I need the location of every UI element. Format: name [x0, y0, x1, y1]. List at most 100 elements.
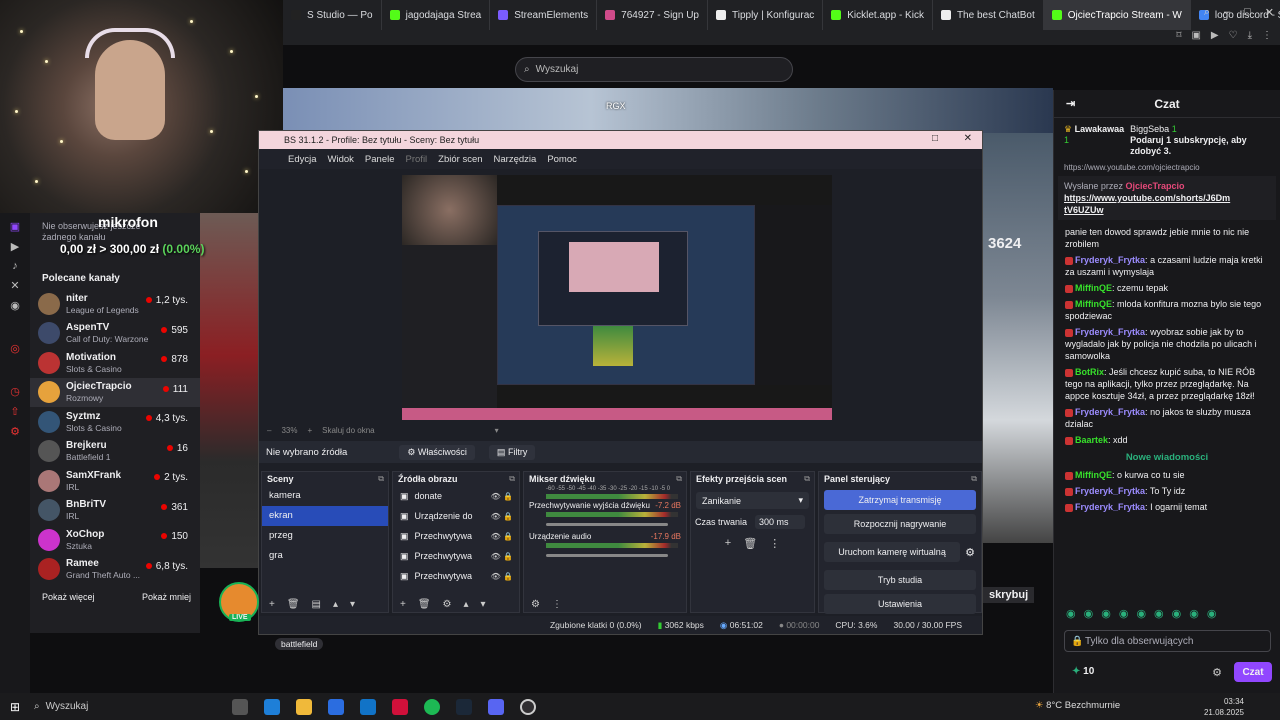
- channel-item[interactable]: Syztmz Slots & Casino 4,3 tys.: [30, 407, 200, 437]
- menu-icon[interactable]: ⋮: [1262, 30, 1272, 41]
- scale-dropdown-icon[interactable]: ▾: [495, 426, 499, 435]
- virtual-camera-settings-icon[interactable]: ⚙: [965, 546, 975, 559]
- scene-up-icon[interactable]: ▴: [333, 599, 338, 610]
- history-icon[interactable]: ◷: [0, 385, 30, 398]
- dock-undock-icon[interactable]: ⧉: [378, 474, 384, 484]
- dock-undock-icon[interactable]: ⧉: [804, 474, 810, 484]
- weather-widget[interactable]: ☀ 8°C Bezchmurnie: [1035, 700, 1120, 711]
- emote-icon[interactable]: ◉: [1119, 607, 1129, 620]
- browser-tab[interactable]: StreamElements: [490, 0, 598, 30]
- tiktok-icon[interactable]: ♪: [0, 260, 30, 272]
- search-input[interactable]: ⌕ Wyszukaj: [515, 57, 793, 82]
- record-icon[interactable]: ◎: [0, 342, 30, 355]
- browser-tab[interactable]: jagodajaga Strea: [382, 0, 491, 30]
- chat-username[interactable]: Fryderyk_Frytka: [1075, 486, 1145, 496]
- download-icon[interactable]: ⤓: [1248, 30, 1252, 41]
- chat-username[interactable]: Fryderyk_Frytka: [1075, 502, 1145, 512]
- chat-username[interactable]: Fryderyk_Frytka: [1075, 255, 1145, 265]
- chat-username[interactable]: Fryderyk_Frytka: [1075, 407, 1145, 417]
- subscribe-button[interactable]: skrybuj: [983, 587, 1035, 603]
- browser-tab[interactable]: The best ChatBot: [933, 0, 1044, 30]
- channel-item[interactable]: XoChop Sztuka 150: [30, 525, 200, 555]
- discord-icon[interactable]: [488, 698, 504, 715]
- emote-icon[interactable]: ◉: [1136, 607, 1146, 620]
- channel-item[interactable]: BnBriTV IRL 361: [30, 496, 200, 526]
- visibility-icon[interactable]: 👁 🔒: [491, 552, 513, 561]
- browser-tab[interactable]: Tipply | Konfigurac: [708, 0, 824, 30]
- settings-icon[interactable]: ⚙: [0, 425, 30, 438]
- task-view-icon[interactable]: [232, 698, 248, 715]
- channel-points[interactable]: ✦ 10: [1072, 666, 1094, 677]
- play-icon[interactable]: ▶: [1211, 30, 1219, 41]
- emote-icon[interactable]: ◉: [1189, 607, 1199, 620]
- start-virtual-camera-button[interactable]: Uruchom kamerę wirtualną: [824, 542, 961, 562]
- visibility-icon[interactable]: 👁 🔒: [491, 572, 513, 581]
- emote-icon[interactable]: ◉: [1207, 607, 1217, 620]
- scene-item[interactable]: kamera: [262, 486, 388, 506]
- search-tabs-icon[interactable]: ⌕: [1204, 6, 1210, 19]
- collapse-chat-icon[interactable]: ⇥: [1066, 97, 1075, 110]
- scene-item[interactable]: przeg: [262, 526, 388, 546]
- obs-menu-item[interactable]: Panele: [365, 154, 395, 165]
- channel-item[interactable]: niter League of Legends 1,2 tys.: [30, 289, 200, 319]
- emote-icon[interactable]: ◉: [1101, 607, 1111, 620]
- emote-icon[interactable]: ◉: [1154, 607, 1164, 620]
- obs-preview[interactable]: [402, 175, 832, 420]
- dock-undock-icon[interactable]: ⧉: [509, 474, 515, 484]
- show-less-link[interactable]: Pokaż mniej: [142, 592, 191, 602]
- start-recording-button[interactable]: Rozpocznij nagrywanie: [824, 514, 976, 534]
- obs-menu-item[interactable]: Narzędzia: [494, 154, 537, 165]
- remove-source-icon[interactable]: 🗑: [418, 599, 431, 610]
- steam-icon[interactable]: [456, 698, 472, 715]
- youtube-icon[interactable]: ▶: [0, 240, 30, 253]
- windows-start-icon[interactable]: ⊞: [10, 700, 20, 714]
- outlook-icon[interactable]: [360, 698, 376, 715]
- channel-item[interactable]: OjciecTrapcio Rozmowy 111: [30, 377, 200, 407]
- emote-icon[interactable]: ◉: [1066, 607, 1076, 620]
- emote-icon[interactable]: ◉: [1172, 607, 1182, 620]
- remove-transition-icon[interactable]: 🗑: [743, 537, 757, 550]
- gift-text[interactable]: Podaruj 1 subskrypcję, aby zdobyć 3.: [1130, 135, 1247, 156]
- extension-icon[interactable]: ▣: [1191, 30, 1200, 41]
- spotify-icon[interactable]: [424, 698, 440, 715]
- obs-menu-item[interactable]: Profil: [406, 154, 428, 165]
- channel-item[interactable]: AspenTV Call of Duty: Warzone 595: [30, 319, 200, 349]
- chat-send-button[interactable]: Czat: [1234, 662, 1272, 682]
- add-source-icon[interactable]: +: [400, 599, 406, 610]
- source-down-icon[interactable]: ▾: [481, 599, 486, 610]
- mixer-menu-icon[interactable]: ⋮: [552, 599, 562, 610]
- fit-to-window[interactable]: Skaluj do okna: [322, 426, 374, 435]
- browser-tab[interactable]: S Studio — Po: [283, 0, 382, 30]
- scene-filter-icon[interactable]: ▤: [312, 599, 321, 610]
- remove-scene-icon[interactable]: 🗑: [287, 599, 300, 610]
- twitch-icon[interactable]: ▣: [0, 220, 30, 233]
- scene-item[interactable]: gra: [262, 546, 388, 566]
- visibility-icon[interactable]: 👁 🔒: [491, 532, 513, 541]
- obs-maximize-icon[interactable]: □: [932, 133, 938, 144]
- stream-tag[interactable]: battlefield: [275, 638, 324, 650]
- obs-icon[interactable]: [520, 698, 536, 715]
- channel-item[interactable]: SamXFrank IRL 2 tys.: [30, 466, 200, 496]
- obs-menu-item[interactable]: Widok: [328, 154, 354, 165]
- zoom-out-icon[interactable]: –: [267, 426, 271, 435]
- x-icon[interactable]: ✕: [0, 279, 30, 292]
- mixer-settings-icon[interactable]: ⚙: [531, 599, 540, 610]
- channel-item[interactable]: Motivation Slots & Casino 878: [30, 348, 200, 378]
- chat-input[interactable]: 🔒 Tylko dla obserwujących: [1064, 630, 1271, 652]
- filters-button[interactable]: ▤ Filtry: [488, 444, 536, 460]
- chat-username[interactable]: Fryderyk_Frytka: [1075, 327, 1145, 337]
- bookmark-icon[interactable]: ⌑: [1176, 30, 1181, 41]
- taskbar-clock[interactable]: 03:34 21.08.2025: [1204, 696, 1244, 718]
- browser-tab[interactable]: Kicklet.app - Kick: [823, 0, 933, 30]
- discord-icon[interactable]: ◉: [0, 299, 30, 312]
- channel-item[interactable]: Brejkeru Battlefield 1 16: [30, 437, 200, 467]
- source-up-icon[interactable]: ▴: [464, 599, 469, 610]
- settings-button[interactable]: Ustawienia: [824, 594, 976, 614]
- visibility-icon[interactable]: 👁 🔒: [491, 492, 513, 501]
- add-scene-icon[interactable]: +: [269, 599, 275, 610]
- source-settings-icon[interactable]: ⚙: [443, 599, 452, 610]
- browser-tab[interactable]: 764927 - Sign Up: [597, 0, 708, 30]
- chat-settings-icon[interactable]: ⚙: [1212, 666, 1222, 679]
- add-transition-icon[interactable]: +: [725, 537, 731, 550]
- share-icon[interactable]: ⇧: [0, 405, 30, 418]
